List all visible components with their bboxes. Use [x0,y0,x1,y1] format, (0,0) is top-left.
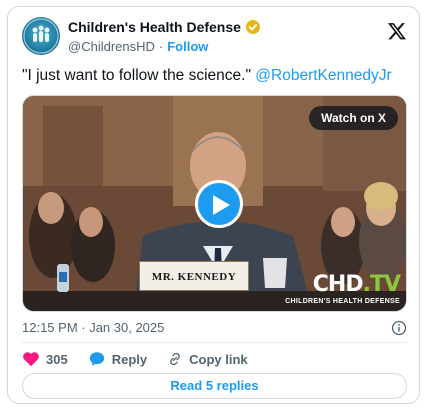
play-button[interactable] [195,180,243,228]
copy-link-label: Copy link [189,351,248,367]
chd-tv-logo-sub: CHILDREN'S HEALTH DEFENSE [285,298,400,305]
reply-button[interactable]: Reply [88,350,147,368]
like-count: 305 [46,351,68,367]
avatar[interactable] [22,17,60,55]
timestamp-row: 12:15 PM · Jan 30, 2025 [22,319,407,337]
timestamp[interactable]: 12:15 PM · Jan 30, 2025 [22,320,164,335]
follow-button[interactable]: Follow [167,39,208,54]
name-plate: MR. KENNEDY [139,261,249,291]
separator-dot: · [158,39,164,54]
tweet-card: Children's Health Defense @ChildrensHD ·… [7,6,420,404]
chd-tv-logo: CHD.TV CHILDREN'S HEALTH DEFENSE [285,272,401,306]
handle-row: @ChildrensHD · Follow [68,39,208,54]
tweet-text: "I just want to follow the science." @Ro… [22,67,392,85]
like-button[interactable]: 305 [22,351,68,367]
copy-link-button[interactable]: Copy link [167,351,248,367]
read-replies-button[interactable]: Read 5 replies [22,373,407,399]
chd-logo-left: CHD [312,272,364,297]
x-logo-icon[interactable] [387,21,407,41]
author-handle[interactable]: @ChildrensHD [68,39,155,54]
display-name[interactable]: Children's Health Defense [68,19,241,35]
chd-logo-dot: . [362,272,371,297]
watch-on-x-button[interactable]: Watch on X [309,106,398,130]
video-player[interactable]: Watch on X MR. KENNEDY CHD.TV CHILDREN'S… [22,95,407,312]
reply-label: Reply [111,351,148,367]
info-icon[interactable] [391,320,407,336]
divider [22,342,407,343]
chd-tv-logo-main: CHD.TV [285,272,401,297]
heart-icon [23,352,39,367]
link-icon [170,352,180,366]
verified-icon [245,20,260,34]
action-bar: 305 Reply Copy link [22,346,268,372]
reply-icon [89,352,104,366]
play-icon [213,195,230,215]
name-row: Children's Health Defense [68,19,261,35]
tweet-header: Children's Health Defense @ChildrensHD ·… [22,17,407,59]
mention-link[interactable]: @RobertKennedyJr [255,67,391,84]
chd-logo-right: TV [369,272,401,297]
tweet-quote: "I just want to follow the science." [22,67,251,84]
